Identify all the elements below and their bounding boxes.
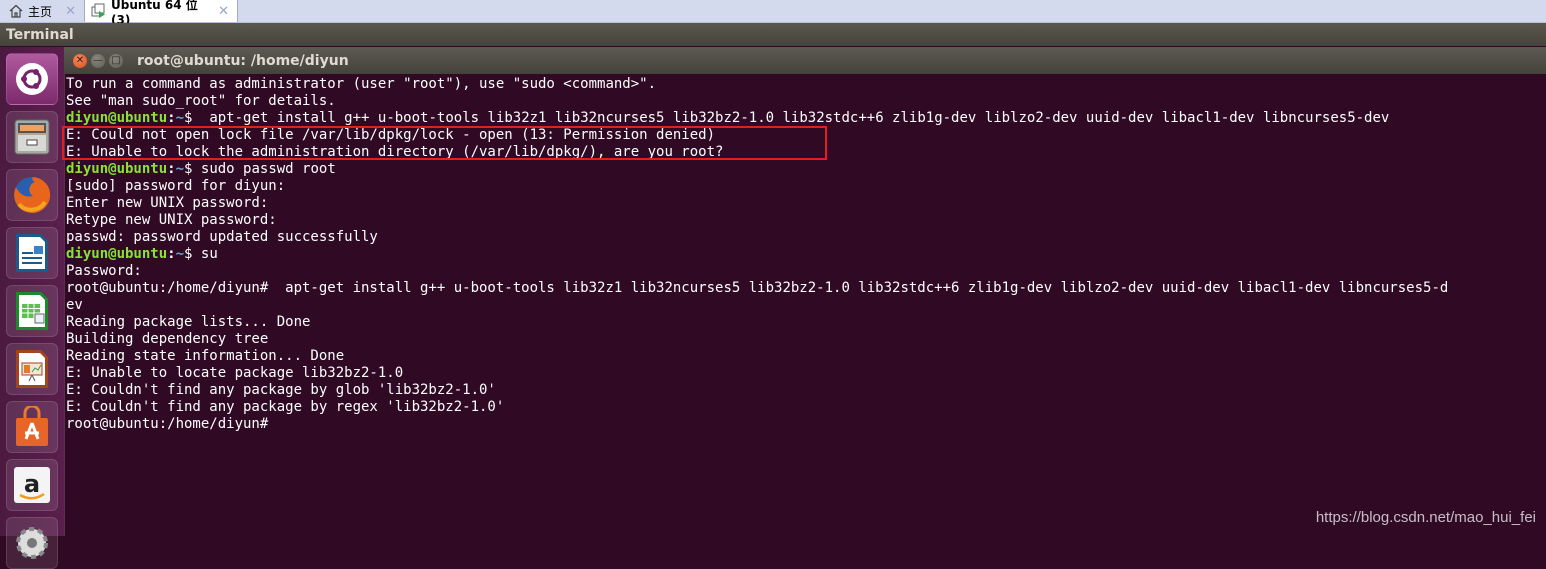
terminal-output-line: ev (66, 297, 83, 313)
svg-text:a: a (24, 470, 40, 498)
prompt-user: diyun@ubuntu (66, 246, 168, 262)
tab-ubuntu-vm[interactable]: Ubuntu 64 位 (3) ✕ (84, 0, 238, 27)
terminal-output[interactable]: To run a command as administrator (user … (64, 74, 1546, 536)
firefox-icon (11, 174, 53, 216)
tab-home-label: 主页 (28, 4, 53, 19)
launcher-firefox[interactable] (6, 169, 58, 221)
ubuntu-logo-icon (14, 61, 50, 97)
top-panel: Terminal (0, 23, 1546, 46)
vmware-tab-bar: 主页 ✕ Ubuntu 64 位 (3) ✕ (0, 0, 1546, 27)
prompt-colon: : (167, 161, 176, 177)
launcher-files[interactable] (6, 111, 58, 163)
watermark: https://blog.csdn.net/mao_hui_fei (1315, 509, 1536, 526)
terminal-output-line: Retype new UNIX password: (66, 212, 277, 228)
launcher-dash-home[interactable] (6, 53, 58, 105)
impress-presentation-icon (13, 348, 51, 390)
home-icon (8, 3, 24, 19)
prompt-colon: : (167, 110, 176, 126)
command-text: apt-get install g++ u-boot-tools lib32z1… (192, 110, 1390, 126)
terminal-prompt-line: diyun@ubuntu:~$ su (66, 246, 1546, 263)
launcher-calc[interactable] (6, 285, 58, 337)
amazon-icon: a (12, 465, 52, 505)
file-cabinet-icon (12, 117, 52, 157)
prompt-colon: : (167, 246, 176, 262)
shopping-bag-icon (13, 406, 51, 448)
terminal-output-line: Reading state information... Done (66, 348, 345, 364)
launcher-amazon[interactable]: a (6, 459, 58, 511)
window-maximize-button[interactable]: □ (109, 53, 123, 68)
terminal-prompt-line: diyun@ubuntu:~$ apt-get install g++ u-bo… (66, 110, 1546, 127)
close-tab-home-icon[interactable]: ✕ (65, 4, 76, 19)
launcher-software-center[interactable] (6, 401, 58, 453)
terminal-output-line: E: Couldn't find any package by glob 'li… (66, 382, 496, 398)
terminal-output-line: root@ubuntu:/home/diyun# (66, 416, 277, 432)
terminal-output-line: Password: (66, 263, 142, 279)
terminal-output-line: To run a command as administrator (user … (66, 76, 657, 92)
launcher-impress[interactable] (6, 343, 58, 395)
terminal-output-line: [sudo] password for diyun: (66, 178, 286, 194)
gear-icon (12, 523, 52, 563)
command-text: su (192, 246, 218, 262)
tab-home[interactable]: 主页 ✕ (4, 0, 84, 22)
command-text: sudo passwd root (192, 161, 336, 177)
terminal-output-line: E: Could not open lock file /var/lib/dpk… (66, 127, 716, 143)
prompt-user: diyun@ubuntu (66, 161, 168, 177)
terminal-output-line: See "man sudo_root" for details. (66, 93, 336, 109)
unity-launcher: a (0, 47, 65, 569)
terminal-output-line: root@ubuntu:/home/diyun# apt-get install… (66, 280, 1449, 296)
prompt-user: diyun@ubuntu (66, 110, 168, 126)
terminal-output-line: E: Couldn't find any package by regex 'l… (66, 399, 505, 415)
terminal-output-line: E: Unable to locate package lib32bz2-1.0 (66, 365, 404, 381)
terminal-output-line: passwd: password updated successfully (66, 229, 378, 245)
writer-document-icon (13, 232, 51, 274)
window-title: root@ubuntu: /home/diyun (137, 52, 349, 69)
terminal-window-titlebar[interactable]: ✕ — □ root@ubuntu: /home/diyun (64, 47, 1546, 74)
vm-running-icon (91, 3, 107, 19)
terminal-output-line: Reading package lists... Done (66, 314, 311, 330)
terminal-output-line: Enter new UNIX password: (66, 195, 269, 211)
calc-spreadsheet-icon (13, 290, 51, 332)
active-app-name: Terminal (6, 26, 74, 43)
window-minimize-button[interactable]: — (91, 53, 105, 68)
prompt-path: ~ (175, 246, 185, 262)
prompt-path: ~ (175, 161, 185, 177)
terminal-output-line: Building dependency tree (66, 331, 269, 347)
close-tab-vm-icon[interactable]: ✕ (218, 4, 229, 19)
launcher-system-settings[interactable] (6, 517, 58, 569)
window-close-button[interactable]: ✕ (73, 53, 87, 68)
prompt-path: ~ (175, 110, 185, 126)
terminal-output-line: E: Unable to lock the administration dir… (66, 144, 724, 160)
launcher-writer[interactable] (6, 227, 58, 279)
terminal-prompt-line: diyun@ubuntu:~$ sudo passwd root (66, 161, 1546, 178)
